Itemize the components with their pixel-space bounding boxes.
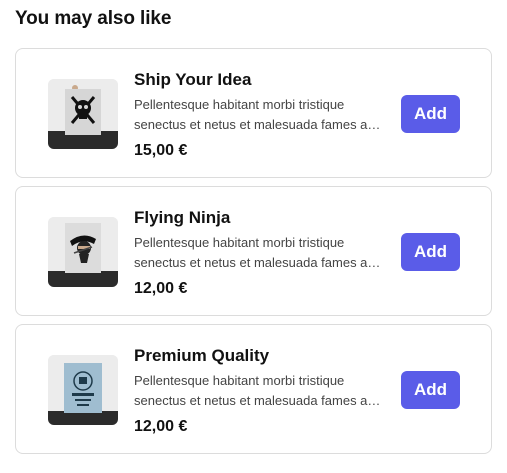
product-image[interactable] <box>48 79 118 149</box>
product-image[interactable] <box>48 217 118 287</box>
product-card[interactable]: Ship Your Idea Pellentesque habitant mor… <box>15 48 492 178</box>
product-name[interactable]: Flying Ninja <box>134 207 386 229</box>
product-description: Pellentesque habitant morbi tristique se… <box>134 371 386 411</box>
product-description-line: Pellentesque habitant morbi tristique <box>134 235 345 250</box>
product-description-line: senectus et netus et malesuada fames a… <box>134 117 381 132</box>
product-description-line: Pellentesque habitant morbi tristique <box>134 97 345 112</box>
product-price: 15,00 € <box>134 142 188 159</box>
product-description: Pellentesque habitant morbi tristique se… <box>134 95 386 135</box>
product-description-line: senectus et netus et malesuada fames a… <box>134 255 381 270</box>
product-image[interactable] <box>48 355 118 425</box>
add-to-cart-button[interactable]: Add <box>401 371 460 409</box>
add-to-cart-button[interactable]: Add <box>401 95 460 133</box>
skull-poster-icon <box>48 79 118 149</box>
product-description: Pellentesque habitant morbi tristique se… <box>134 233 386 273</box>
product-price: 12,00 € <box>134 418 188 435</box>
product-card[interactable]: Premium Quality Pellentesque habitant mo… <box>15 324 492 454</box>
product-description-line: Pellentesque habitant morbi tristique <box>134 373 345 388</box>
ninja-poster-icon <box>48 217 118 287</box>
product-description-line: senectus et netus et malesuada fames a… <box>134 393 381 408</box>
add-to-cart-button[interactable]: Add <box>401 233 460 271</box>
product-price: 12,00 € <box>134 280 188 297</box>
product-name[interactable]: Premium Quality <box>134 345 386 367</box>
product-card[interactable]: Flying Ninja Pellentesque habitant morbi… <box>15 186 492 316</box>
product-name[interactable]: Ship Your Idea <box>134 69 386 91</box>
section-title: You may also like <box>15 8 172 29</box>
badge-poster-icon <box>48 355 118 425</box>
